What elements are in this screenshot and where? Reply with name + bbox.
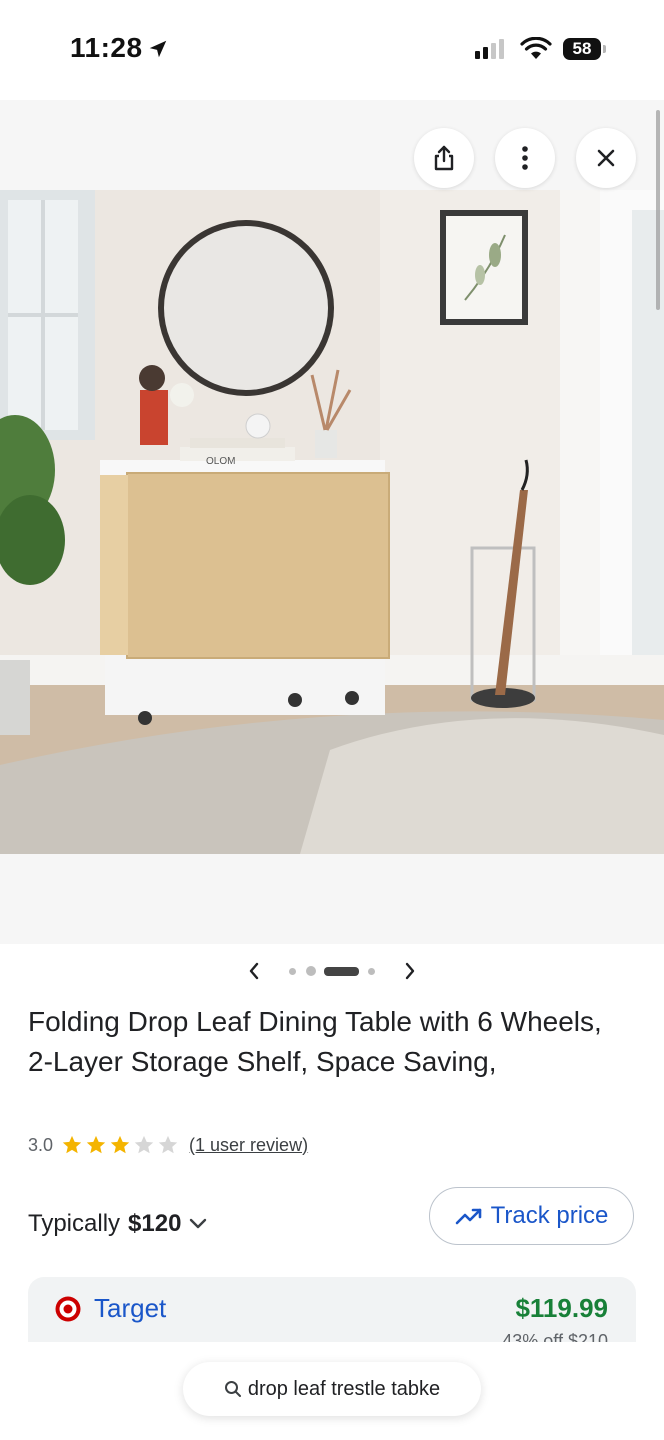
store-link[interactable]: Target [54, 1293, 166, 1324]
wifi-icon [520, 37, 552, 59]
battery-icon: 58 [563, 38, 601, 60]
cellular-signal-icon [475, 39, 504, 59]
star-empty-icon [134, 1135, 154, 1154]
pager-dot[interactable] [289, 968, 296, 975]
chevron-down-icon [190, 1218, 207, 1229]
chevron-right-icon [405, 962, 415, 980]
close-icon [597, 149, 615, 167]
status-bar: 11:28 58 [0, 0, 664, 100]
star-filled-icon [62, 1135, 82, 1154]
share-button[interactable] [414, 128, 474, 188]
typically-value: $120 [128, 1210, 182, 1237]
track-price-label: Track price [490, 1202, 609, 1229]
pager-dot-active[interactable] [324, 967, 359, 976]
previous-image-button[interactable] [240, 956, 268, 986]
target-logo-icon [55, 1296, 81, 1321]
location-arrow-icon [149, 40, 167, 58]
store-name: Target [94, 1293, 167, 1323]
rating-value: 3.0 [28, 1134, 54, 1155]
typical-price-toggle[interactable]: Typically $120 [28, 1210, 207, 1238]
share-icon [434, 145, 454, 171]
star-filled-icon [110, 1135, 130, 1154]
star-empty-icon [158, 1135, 178, 1154]
product-title: Folding Drop Leaf Dining Table with 6 Wh… [28, 1006, 602, 1077]
pager-dot[interactable] [368, 968, 375, 975]
reviews-link[interactable]: (1 user review) [189, 1135, 308, 1156]
chevron-left-icon [249, 962, 259, 980]
offer-price: $119.99 [515, 1293, 608, 1323]
next-image-button[interactable] [396, 956, 424, 986]
star-filled-icon [86, 1135, 106, 1154]
search-query: drop leaf trestle tabke [247, 1377, 441, 1400]
scroll-indicator[interactable] [656, 110, 660, 310]
more-options-button[interactable] [495, 128, 555, 188]
battery-nub [603, 45, 606, 53]
close-button[interactable] [576, 128, 636, 188]
track-price-button[interactable]: Track price [429, 1187, 634, 1245]
more-vert-icon [522, 146, 528, 170]
search-query-pill[interactable]: drop leaf trestle tabke [183, 1362, 481, 1416]
product-image-viewer[interactable]: OLOM [0, 100, 664, 944]
pager-dot[interactable] [306, 966, 316, 976]
star-rating [61, 1134, 179, 1156]
book-spine-label: OLOM [206, 456, 235, 467]
typically-label: Typically [28, 1210, 121, 1237]
search-icon [224, 1381, 241, 1397]
rating-row: 3.0 (1 user review) [28, 1132, 308, 1158]
status-time: 11:28 [70, 32, 143, 63]
product-image[interactable]: OLOM [0, 190, 664, 854]
trending-up-icon [455, 1208, 481, 1225]
